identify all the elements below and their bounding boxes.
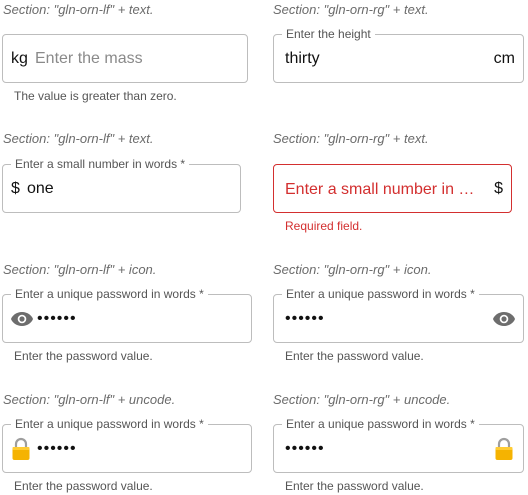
prefix-dollar: $: [11, 180, 20, 197]
helper-text: Enter the password value.: [14, 349, 153, 363]
helper-text: Enter the password value.: [285, 479, 424, 493]
prefix-kg: kg: [11, 50, 28, 67]
password-field[interactable]: Enter a unique password in words * •••••…: [2, 417, 252, 473]
number-words-field-error[interactable]: Enter a small number in w... $: [273, 164, 512, 213]
section-caption: Section: "gln-orn-rg" + text.: [273, 2, 429, 17]
field-label: Enter a unique password in words *: [282, 287, 479, 301]
field-label: Enter a unique password in words *: [11, 287, 208, 301]
helper-text: Enter the password value.: [285, 349, 424, 363]
password-input[interactable]: ••••••: [37, 439, 77, 459]
number-words-input[interactable]: one: [27, 179, 54, 199]
section-caption: Section: "gln-orn-lf" + text.: [3, 2, 154, 17]
helper-text: Enter the password value.: [14, 479, 153, 493]
password-field[interactable]: Enter a unique password in words * •••••…: [2, 287, 252, 343]
field-label: Enter the height: [282, 27, 375, 41]
section-caption: Section: "gln-orn-rg" + icon.: [273, 262, 432, 277]
password-input[interactable]: ••••••: [285, 439, 325, 459]
section-caption: Section: "gln-orn-lf" + icon.: [3, 262, 157, 277]
lock-icon: [11, 437, 31, 466]
number-words-input[interactable]: Enter a small number in w...: [285, 180, 479, 200]
eye-icon[interactable]: [492, 310, 516, 333]
section-caption: Section: "gln-orn-lf" + uncode.: [3, 392, 176, 407]
section-caption: Section: "gln-orn-rg" + text.: [273, 131, 429, 146]
password-input[interactable]: ••••••: [285, 309, 325, 329]
number-words-field[interactable]: Enter a small number in words * $ one: [2, 157, 241, 213]
lock-icon: [494, 437, 514, 466]
mass-input[interactable]: Enter the mass: [35, 49, 143, 69]
password-input[interactable]: ••••••: [37, 309, 77, 329]
height-input[interactable]: thirty: [285, 49, 320, 69]
field-label: Enter a unique password in words *: [282, 417, 479, 431]
suffix-dollar: $: [494, 180, 503, 197]
suffix-cm: cm: [493, 50, 515, 67]
mass-field[interactable]: kg Enter the mass: [2, 34, 248, 83]
error-text: Required field.: [285, 219, 363, 233]
field-label: Enter a small number in words *: [11, 157, 190, 171]
password-field[interactable]: Enter a unique password in words * •••••…: [273, 287, 524, 343]
eye-icon[interactable]: [10, 310, 34, 333]
password-field[interactable]: Enter a unique password in words * •••••…: [273, 417, 524, 473]
field-label: Enter a unique password in words *: [11, 417, 208, 431]
section-caption: Section: "gln-orn-lf" + text.: [3, 131, 154, 146]
section-caption: Section: "gln-orn-rg" + uncode.: [273, 392, 451, 407]
helper-text: The value is greater than zero.: [14, 89, 177, 103]
height-field[interactable]: Enter the height thirty cm: [273, 27, 524, 83]
